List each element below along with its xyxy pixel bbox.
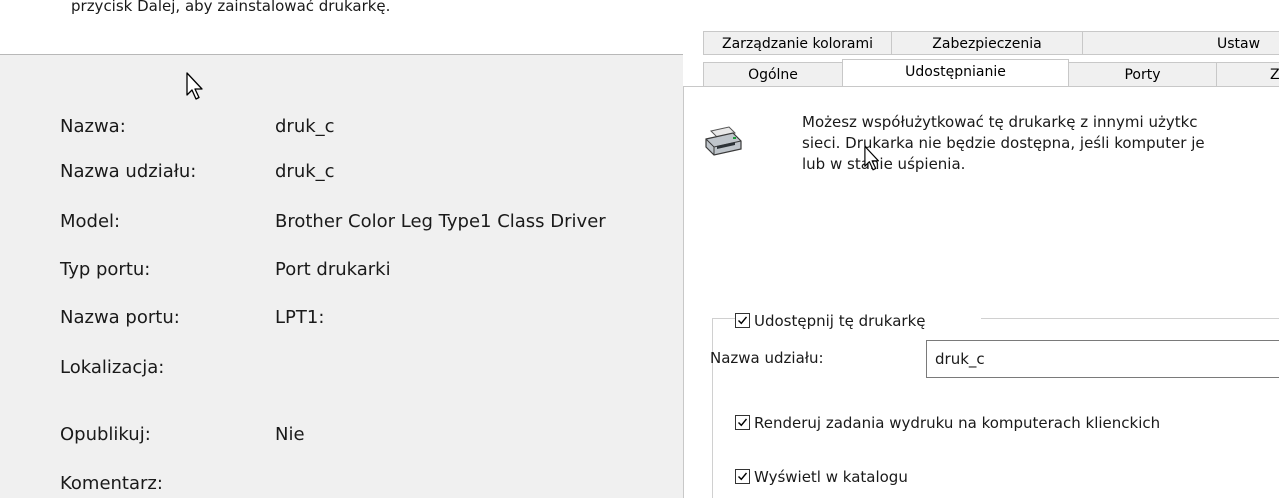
info-line: Możesz współużytkować tę drukarkę z inny… (802, 113, 1198, 131)
field-label: Model: (60, 211, 121, 232)
field-label: Lokalizacja: (60, 357, 165, 378)
checkbox-label: Wyświetl w katalogu (754, 468, 908, 486)
check-mark-icon (738, 316, 748, 325)
wizard-summary-panel: Nazwa: druk_c Nazwa udziału: druk_c Mode… (0, 55, 683, 498)
checkbox-label: Renderuj zadania wydruku na komputerach … (754, 414, 1161, 432)
field-label: Opublikuj: (60, 424, 151, 445)
tab-label: Ogólne (748, 67, 798, 83)
field-value: Nie (275, 424, 305, 445)
tab-label: Z (1270, 67, 1279, 83)
tab-label: Zarządzanie kolorami (722, 36, 873, 52)
field-label: Komentarz: (60, 473, 163, 494)
tab-device-settings[interactable]: Ustaw (1082, 31, 1279, 55)
tab-security[interactable]: Zabezpieczenia (891, 31, 1083, 55)
field-value: druk_c (275, 116, 335, 137)
tab-label: Porty (1124, 67, 1161, 83)
tab-general[interactable]: Ogólne (703, 62, 843, 87)
field-value: LPT1: (275, 307, 325, 328)
tab-advanced[interactable]: Z (1216, 62, 1279, 87)
field-value: Brother Color Leg Type1 Class Driver (275, 211, 606, 232)
list-in-directory-checkbox[interactable]: Wyświetl w katalogu (735, 467, 1035, 487)
checkbox-box[interactable] (735, 313, 750, 328)
render-jobs-on-clients-checkbox[interactable]: Renderuj zadania wydruku na komputerach … (735, 413, 1275, 433)
tab-sharing[interactable]: Udostępnianie (842, 59, 1069, 87)
info-line: lub w stanie uśpienia. (802, 155, 966, 173)
share-printer-checkbox[interactable]: Udostępnij tę drukarkę (735, 311, 981, 331)
sharing-info-text: Możesz współużytkować tę drukarkę z inny… (802, 112, 1279, 175)
field-label: Nazwa portu: (60, 307, 180, 328)
wizard-intro-text: przycisk Dalej, aby zainstalować drukark… (71, 0, 391, 15)
check-mark-icon (738, 418, 748, 427)
share-name-input[interactable]: druk_c (926, 340, 1279, 378)
checkbox-box[interactable] (735, 415, 750, 430)
printer-properties-dialog: Zarządzanie kolorami Zabezpieczenia Usta… (683, 0, 1279, 498)
wizard-header: przycisk Dalej, aby zainstalować drukark… (0, 0, 683, 54)
tab-ports[interactable]: Porty (1068, 62, 1217, 87)
printer-icon (705, 126, 742, 156)
field-label: Typ portu: (60, 259, 151, 280)
field-label: Nazwa udziału: (60, 161, 197, 182)
tab-label: Udostępnianie (905, 64, 1006, 80)
tab-label: Zabezpieczenia (932, 36, 1042, 52)
field-value: Port drukarki (275, 259, 391, 280)
dialog-top-strip (683, 0, 1279, 31)
checkbox-box[interactable] (735, 469, 750, 484)
tab-color-management[interactable]: Zarządzanie kolorami (703, 31, 892, 55)
check-mark-icon (738, 472, 748, 481)
info-line: sieci. Drukarka nie będzie dostępna, jeś… (802, 134, 1205, 152)
share-name-label: Nazwa udziału: (710, 349, 824, 367)
field-value: druk_c (275, 161, 335, 182)
field-label: Nazwa: (60, 116, 126, 137)
tab-label: Ustaw (1217, 36, 1261, 52)
checkbox-label: Udostępnij tę drukarkę (754, 312, 926, 330)
